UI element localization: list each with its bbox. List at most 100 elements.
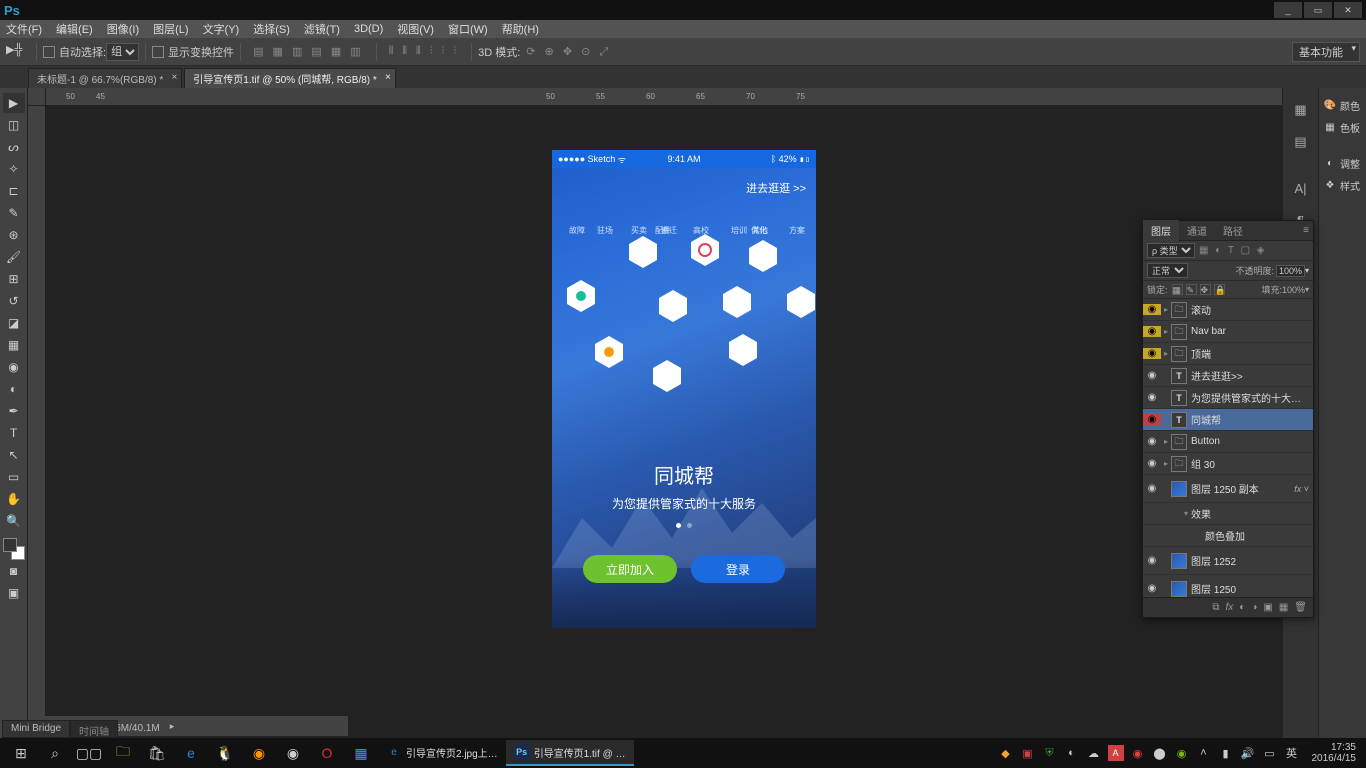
expand-arrow[interactable]: ▸ xyxy=(1161,305,1171,314)
crop-tool[interactable]: ⊏ xyxy=(3,181,25,201)
menu-view[interactable]: 视图(V) xyxy=(397,21,434,37)
opacity-value[interactable]: 100% xyxy=(1276,265,1305,277)
expand-arrow[interactable]: ▾ xyxy=(1181,509,1191,518)
visibility-toggle[interactable]: ◉ xyxy=(1143,555,1161,566)
styles-panel-toggle[interactable]: ❖样式 xyxy=(1319,174,1366,196)
tray-icon[interactable]: ⬤ xyxy=(1152,745,1168,761)
opera-icon[interactable]: O xyxy=(310,740,344,766)
zoom-tool[interactable]: 🔍 xyxy=(3,511,25,531)
tray-shield-icon[interactable]: ⛨ xyxy=(1042,745,1058,761)
expand-arrow[interactable]: ▸ xyxy=(1161,327,1171,336)
new-layer-icon[interactable]: ▦ xyxy=(1279,602,1288,613)
show-transform-checkbox[interactable] xyxy=(152,46,164,58)
firefox-icon[interactable]: ◉ xyxy=(242,740,276,766)
menu-type[interactable]: 文字(Y) xyxy=(203,21,240,37)
fill-value[interactable]: 100% xyxy=(1282,285,1305,295)
start-button[interactable]: ⊞ xyxy=(4,740,38,766)
expand-arrow[interactable]: ▸ xyxy=(1161,437,1171,446)
color-panel-toggle[interactable]: 🎨颜色 xyxy=(1319,94,1366,116)
link-layers-icon[interactable]: ⧉ xyxy=(1212,602,1219,613)
auto-select-checkbox[interactable] xyxy=(43,46,55,58)
character-panel-icon[interactable]: A| xyxy=(1288,175,1314,201)
eraser-tool[interactable]: ◪ xyxy=(3,313,25,333)
filter-icons[interactable]: ▦ ◐ T ▢ ◈ xyxy=(1199,245,1267,256)
visibility-toggle[interactable]: ◉ xyxy=(1143,414,1161,425)
layers-list[interactable]: ◉▸🗀滚动◉▸🗀Nav bar◉▸🗀顶端◉T进去逛逛>>◉T为您提供管家式的十大… xyxy=(1143,299,1313,597)
history-brush-tool[interactable]: ↺ xyxy=(3,291,25,311)
tray-volume-icon[interactable]: 🔊 xyxy=(1240,745,1256,761)
tray-icon[interactable]: ▣ xyxy=(1020,745,1036,761)
healing-tool[interactable]: ⊛ xyxy=(3,225,25,245)
visibility-toggle[interactable]: ◉ xyxy=(1143,326,1161,337)
layer-row[interactable]: ◉▸🗀组 30 xyxy=(1143,453,1313,475)
visibility-toggle[interactable]: ◉ xyxy=(1143,348,1161,359)
quickmask-tool[interactable]: ◙ xyxy=(3,561,25,581)
type-tool[interactable]: T xyxy=(3,423,25,443)
tray-icon[interactable]: ◐ xyxy=(1064,745,1080,761)
close-icon[interactable]: × xyxy=(171,72,177,83)
layer-name[interactable]: 图层 1252 xyxy=(1191,553,1313,568)
menu-edit[interactable]: 编辑(E) xyxy=(56,21,93,37)
menu-file[interactable]: 文件(F) xyxy=(6,21,42,37)
ruler-horizontal[interactable]: 50 45 50 55 60 65 70 75 xyxy=(46,88,1282,106)
menu-help[interactable]: 帮助(H) xyxy=(502,21,539,37)
edge-icon[interactable]: e xyxy=(174,740,208,766)
visibility-toggle[interactable]: ◉ xyxy=(1143,458,1161,469)
explorer-icon[interactable]: 🗀 xyxy=(106,740,140,766)
store-icon[interactable]: 🛍 xyxy=(140,740,174,766)
trash-icon[interactable]: 🗑 xyxy=(1294,602,1307,613)
screenmode-tool[interactable]: ▣ xyxy=(3,583,25,603)
taskbar-ps-task[interactable]: Ps引导宣传页1.tif @ … xyxy=(506,740,634,766)
lock-icons[interactable]: ▦✎✥🔒 xyxy=(1172,284,1225,295)
layer-row[interactable]: ◉T为您提供管家式的十大… xyxy=(1143,387,1313,409)
color-swatches[interactable] xyxy=(3,538,25,560)
auto-select-dropdown[interactable]: 组 xyxy=(106,43,139,61)
layers-panel[interactable]: 图层 通道 路径 ≡ ρ 类型 ▦ ◐ T ▢ ◈ 正常 不透明度: 100%▾… xyxy=(1142,220,1314,618)
layer-row[interactable]: ◉ 图层 1252 xyxy=(1143,547,1313,575)
tab-layers[interactable]: 图层 xyxy=(1143,220,1179,241)
layer-row[interactable]: ◉图层 1250 副本fx ˅ xyxy=(1143,475,1313,503)
layer-name[interactable]: Button xyxy=(1191,436,1313,447)
visibility-toggle[interactable]: ◉ xyxy=(1143,304,1161,315)
panel-menu-icon[interactable]: ≡ xyxy=(1299,225,1313,236)
timeline-tab[interactable]: 时间轴 xyxy=(70,720,118,738)
layer-name[interactable]: 顶端 xyxy=(1191,346,1313,361)
blur-tool[interactable]: ◉ xyxy=(3,357,25,377)
menu-layer[interactable]: 图层(L) xyxy=(153,21,188,37)
adjustment-icon[interactable]: ◑ xyxy=(1251,602,1257,613)
tray-nvidia-icon[interactable]: ◉ xyxy=(1174,745,1190,761)
app-icon[interactable]: 🐧 xyxy=(208,740,242,766)
dodge-tool[interactable]: ◐ xyxy=(3,379,25,399)
window-maximize[interactable]: ▭ xyxy=(1304,2,1332,18)
adjustments-panel-toggle[interactable]: ◐调整 xyxy=(1319,152,1366,174)
tray-cloud-icon[interactable]: ☁ xyxy=(1086,745,1102,761)
layer-kind-filter[interactable]: ρ 类型 xyxy=(1147,243,1195,258)
doc-tab-1[interactable]: 未标题-1 @ 66.7%(RGB/8) *× xyxy=(28,68,182,88)
layer-row[interactable]: ◉T进去逛逛>> xyxy=(1143,365,1313,387)
menu-image[interactable]: 图像(I) xyxy=(107,21,139,37)
visibility-toggle[interactable]: ◉ xyxy=(1143,483,1161,494)
canvas[interactable]: 50 45 50 55 60 65 70 75 ●●●●● Sketch ᯤ 9… xyxy=(28,88,1282,738)
layer-name[interactable]: 同城帮 xyxy=(1191,412,1313,427)
tray-icon[interactable]: ◆ xyxy=(998,745,1014,761)
window-minimize[interactable]: _ xyxy=(1274,2,1302,18)
visibility-toggle[interactable]: ◉ xyxy=(1143,583,1161,594)
close-icon[interactable]: × xyxy=(385,72,391,83)
layer-row[interactable]: ▾效果 xyxy=(1143,503,1313,525)
layer-row[interactable]: ◉▸🗀Button xyxy=(1143,431,1313,453)
layer-row[interactable]: ◉▸🗀滚动 xyxy=(1143,299,1313,321)
expand-arrow[interactable]: ▸ xyxy=(1161,349,1171,358)
layer-name[interactable]: 图层 1250 副本 xyxy=(1191,481,1294,496)
ime-indicator[interactable]: 英 xyxy=(1284,745,1300,761)
layer-name[interactable]: 组 30 xyxy=(1191,456,1313,471)
stamp-tool[interactable]: ⊞ xyxy=(3,269,25,289)
ruler-vertical[interactable] xyxy=(28,106,46,738)
tray-up-icon[interactable]: ˄ xyxy=(1196,745,1212,761)
mode-3d-icons[interactable]: ⟳ ⊕ ✥ ⊙ ⤢ xyxy=(526,45,611,59)
fx-icon[interactable]: fx xyxy=(1226,602,1234,613)
menu-filter[interactable]: 滤镜(T) xyxy=(304,21,340,37)
lasso-tool[interactable]: ᔕ xyxy=(3,137,25,157)
marquee-tool[interactable]: ◫ xyxy=(3,115,25,135)
visibility-toggle[interactable]: ◉ xyxy=(1143,370,1161,381)
menu-window[interactable]: 窗口(W) xyxy=(448,21,488,37)
